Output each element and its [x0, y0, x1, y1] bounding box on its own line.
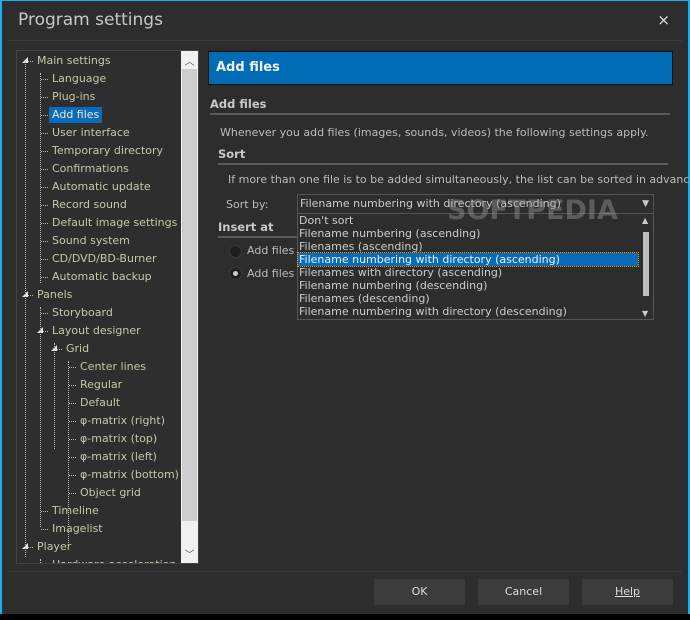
tree-connector: [41, 79, 48, 80]
page-header: Add files: [208, 51, 673, 85]
ok-button[interactable]: OK: [374, 579, 465, 605]
tree-connector: [41, 97, 48, 98]
tree-connector: [41, 241, 48, 242]
help-button[interactable]: Help: [582, 579, 673, 605]
window-title: Program settings: [18, 10, 163, 30]
tree-item[interactable]: Confirmations: [49, 161, 132, 177]
divider: [8, 571, 682, 572]
scroll-down-icon[interactable]: ▼: [642, 309, 648, 318]
insert-radio-1[interactable]: [229, 245, 242, 258]
dropdown-option[interactable]: Filename numbering with directory (ascen…: [297, 252, 639, 267]
dropdown-option[interactable]: Filename numbering (descending): [298, 279, 638, 292]
tree-connector: [41, 313, 48, 314]
chevron-down-icon[interactable]: ▼: [642, 195, 649, 213]
tree-guide-line: [40, 559, 41, 563]
tree-item[interactable]: Grid: [63, 341, 92, 357]
tree-guide-line: [25, 61, 26, 557]
tree-guide-line: [54, 343, 55, 449]
tree-item[interactable]: Plug-ins: [49, 89, 98, 105]
tree-connector: [69, 475, 76, 476]
tree-connector: [69, 367, 76, 368]
tree-item[interactable]: Default image settings: [49, 215, 180, 231]
scrollbar-thumb[interactable]: [182, 69, 197, 521]
tree-connector: [69, 421, 76, 422]
tree-item[interactable]: Layout designer: [49, 323, 144, 339]
tree-item[interactable]: Hardware acceleration: [49, 557, 179, 563]
intro-text: Whenever you add files (images, sounds, …: [220, 126, 649, 139]
tree-item[interactable]: Automatic update: [49, 179, 154, 195]
tree-item[interactable]: Add files: [49, 107, 103, 123]
section-title-sort: Sort: [218, 147, 668, 165]
section-title-insert-at: Insert at: [218, 220, 298, 238]
dropdown-option[interactable]: Filename numbering (ascending): [298, 227, 638, 240]
insert-radio-2-label[interactable]: Add files a: [247, 267, 305, 280]
tree-connector: [41, 169, 48, 170]
tree-item[interactable]: Panels: [34, 287, 75, 303]
close-icon[interactable]: ×: [657, 11, 670, 29]
tree-connector: [41, 115, 48, 116]
tree-connector: [41, 187, 48, 188]
tree-connector: [41, 133, 48, 134]
tree-connector: [41, 223, 48, 224]
tree-connector: [69, 403, 76, 404]
tree-item[interactable]: φ-matrix (top): [77, 431, 160, 447]
tree-connector: [69, 457, 76, 458]
scroll-down-icon[interactable]: ﹀: [181, 546, 198, 561]
sort-by-dropdown-list[interactable]: ▲ ▼ Don't sort Filename numbering (ascend…: [297, 213, 654, 320]
sort-by-label: Sort by:: [226, 198, 269, 211]
insert-radio-2[interactable]: [229, 267, 242, 280]
cancel-button[interactable]: Cancel: [478, 579, 569, 605]
tree-connector: [41, 511, 48, 512]
tree-item[interactable]: Temporary directory: [49, 143, 166, 159]
tree-item[interactable]: Imagelist: [49, 521, 106, 537]
tree-item[interactable]: φ-matrix (bottom): [77, 467, 182, 483]
settings-tree[interactable]: ︿ ﹀ Main settings Language Plug-ins Add fil…: [16, 50, 199, 564]
softpedia-watermark: SOFTPEDIA: [447, 195, 618, 226]
tree-item[interactable]: CD/DVD/BD-Burner: [49, 251, 160, 267]
section-title-add-files: Add files: [210, 97, 670, 115]
tree-item[interactable]: Automatic backup: [49, 269, 155, 285]
tree-item[interactable]: φ-matrix (right): [77, 413, 168, 429]
tree-item[interactable]: Regular: [77, 377, 125, 393]
tree-guide-line: [40, 73, 41, 283]
tree-connector: [41, 259, 48, 260]
tree-connector: [69, 493, 76, 494]
dropdown-option[interactable]: Filenames (ascending): [298, 240, 638, 253]
tree-guide-line: [68, 361, 69, 545]
scroll-up-icon[interactable]: ︿: [181, 53, 198, 68]
dropdown-option[interactable]: Filename numbering with directory (desce…: [298, 305, 638, 318]
dropdown-scrollbar[interactable]: ▲ ▼: [640, 216, 652, 318]
dropdown-option[interactable]: Filenames with directory (ascending): [298, 266, 638, 279]
tree-item[interactable]: Main settings: [34, 53, 114, 69]
tree-item[interactable]: φ-matrix (left): [77, 449, 160, 465]
tree-connector: [69, 439, 76, 440]
insert-radio-1-label[interactable]: Add files a: [247, 244, 305, 257]
scroll-up-icon[interactable]: ▲: [642, 216, 648, 225]
tree-connector: [41, 151, 48, 152]
tree-connector: [41, 529, 48, 530]
tree-item[interactable]: Object grid: [77, 485, 144, 501]
tree-item[interactable]: User interface: [49, 125, 133, 141]
tree-scrollbar[interactable]: ︿ ﹀: [181, 51, 198, 563]
divider: [8, 40, 682, 41]
sort-description: If more than one file is to be added sim…: [228, 173, 690, 186]
tree-item[interactable]: Default: [77, 395, 123, 411]
tree-item[interactable]: Storyboard: [49, 305, 116, 321]
scrollbar-thumb[interactable]: [643, 232, 649, 296]
tree-connector: [69, 385, 76, 386]
tree-connector: [41, 205, 48, 206]
dropdown-option[interactable]: Filenames (descending): [298, 292, 638, 305]
tree-item[interactable]: Record sound: [49, 197, 130, 213]
tree-item[interactable]: Sound system: [49, 233, 133, 249]
program-settings-window: Program settings × ︿ ﹀ Main settings Lang…: [0, 0, 690, 614]
tree-item[interactable]: Timeline: [49, 503, 102, 519]
tree-connector: [41, 277, 48, 278]
tree-guide-line: [40, 307, 41, 527]
tree-item[interactable]: Center lines: [77, 359, 149, 375]
tree-item[interactable]: Language: [49, 71, 109, 87]
